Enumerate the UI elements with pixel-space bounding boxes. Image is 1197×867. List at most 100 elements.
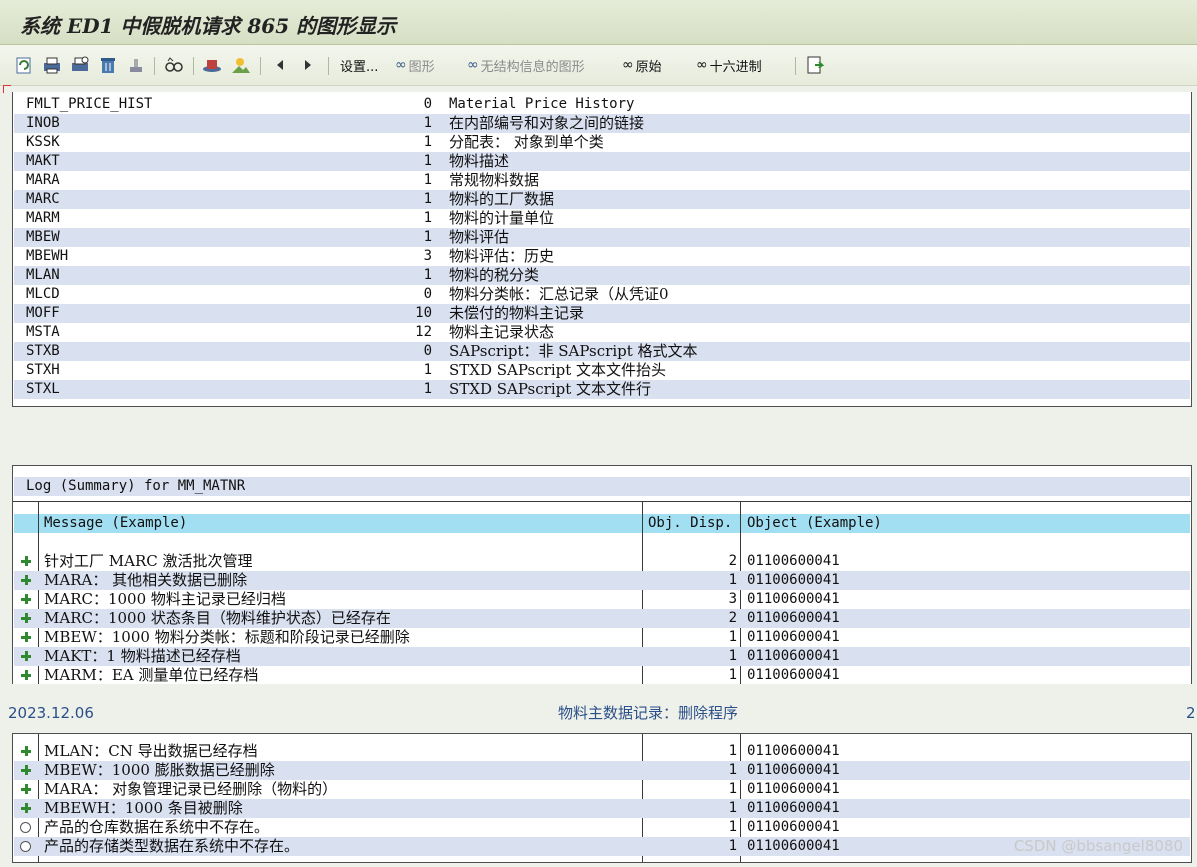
- record-count: 1: [423, 134, 432, 150]
- log-obj-disp: 2: [728, 553, 737, 569]
- log-row[interactable]: MARA： 其他相关数据已删除 1 01100600041: [14, 571, 1190, 590]
- log-row[interactable]: MARM：EA 测量单位已经存档 1 01100600041: [14, 666, 1190, 685]
- hat-button[interactable]: [202, 53, 222, 77]
- log-row[interactable]: MARC：1000 状态条目（物料维护状态）已经存在 2 01100600041: [14, 609, 1190, 628]
- toolbar: 设置... ∞ 图形 ∞ 无结构信息的图形 ∞ 原始 ∞ 十六进制: [0, 45, 1197, 86]
- status-circle-icon[interactable]: [20, 841, 31, 852]
- footer-page-number: 2: [1186, 704, 1196, 722]
- table-name: FMLT_PRICE_HIST: [26, 96, 153, 112]
- table-name: MARM: [26, 210, 60, 226]
- watermark: CSDN @bbsangel8080: [1013, 837, 1183, 855]
- table-row[interactable]: STXL 1 STXD SAPscript 文本文件行: [14, 380, 1190, 399]
- printer-icon: [44, 57, 60, 74]
- table-description: 物料分类帐：汇总记录（从凭证0: [449, 285, 669, 303]
- expand-plus-icon[interactable]: [20, 802, 32, 814]
- selection-corner-mark: [3, 85, 4, 93]
- table-row[interactable]: MLAN 1 物料的税分类: [14, 266, 1190, 285]
- expand-plus-icon[interactable]: [20, 631, 32, 643]
- table-row[interactable]: MOFF 10 未偿付的物料主记录: [14, 304, 1190, 323]
- table-description: 物料的工厂数据: [449, 190, 555, 208]
- title-bar: 系统 ED1 中假脱机请求 865 的图形显示: [0, 0, 1197, 45]
- log-row[interactable]: MLAN：CN 导出数据已经存档 1 01100600041: [14, 742, 1190, 761]
- table-row[interactable]: MLCD 0 物料分类帐：汇总记录（从凭证0: [14, 285, 1190, 304]
- expand-plus-icon[interactable]: [20, 669, 32, 681]
- previous-page-button[interactable]: [270, 53, 290, 77]
- settings-button[interactable]: 设置...: [340, 53, 378, 77]
- glasses-icon: ∞: [622, 57, 634, 73]
- log-object: 01100600041: [747, 743, 840, 759]
- unstructured-graphic-button[interactable]: ∞ 无结构信息的图形: [467, 53, 585, 77]
- col-objdisp-header[interactable]: Obj. Disp.: [648, 514, 732, 533]
- expand-plus-icon[interactable]: [20, 612, 32, 624]
- log-row[interactable]: MBEWH：1000 条目被删除 1 01100600041: [14, 799, 1190, 818]
- record-count: 0: [423, 96, 432, 112]
- toolbar-separator: [795, 57, 796, 75]
- log-object: 01100600041: [747, 800, 840, 816]
- glasses-button[interactable]: [164, 53, 184, 77]
- table-description: STXD SAPscript 文本文件行: [449, 380, 652, 398]
- expand-plus-icon[interactable]: [20, 783, 32, 795]
- log-object: 01100600041: [747, 591, 840, 607]
- print-preview-button[interactable]: [70, 53, 90, 77]
- log-obj-disp: 1: [728, 629, 737, 645]
- table-row[interactable]: MAKT 1 物料描述: [14, 152, 1190, 171]
- expand-plus-icon[interactable]: [20, 745, 32, 757]
- export-button[interactable]: [806, 53, 826, 77]
- status-circle-icon[interactable]: [20, 822, 31, 833]
- log-row[interactable]: MARA： 对象管理记录已经删除（物料的） 1 01100600041: [14, 780, 1190, 799]
- log-obj-disp: 1: [728, 667, 737, 683]
- trash-icon: [101, 58, 115, 73]
- landscape-button[interactable]: [231, 53, 251, 77]
- log-row[interactable]: MBEW：1000 膨胀数据已经删除 1 01100600041: [14, 761, 1190, 780]
- delete-button[interactable]: [98, 53, 118, 77]
- table-row[interactable]: KSSK 1 分配表： 对象到单个类: [14, 133, 1190, 152]
- print-preview-icon: [72, 56, 89, 71]
- table-row[interactable]: FMLT_PRICE_HIST 0 Material Price History: [14, 95, 1190, 114]
- table-row[interactable]: INOB 1 在内部编号和对象之间的链接: [14, 114, 1190, 133]
- expand-plus-icon[interactable]: [20, 593, 32, 605]
- log-row[interactable]: MAKT：1 物料描述已经存档 1 01100600041: [14, 647, 1190, 666]
- table-description: 未偿付的物料主记录: [449, 304, 585, 322]
- expand-plus-icon[interactable]: [20, 650, 32, 662]
- table-name: MBEWH: [26, 248, 69, 264]
- expand-plus-icon[interactable]: [20, 555, 32, 567]
- table-name: KSSK: [26, 134, 60, 150]
- log-obj-disp: 1: [728, 838, 737, 854]
- table-row[interactable]: STXH 1 STXD SAPscript 文本文件抬头: [14, 361, 1190, 380]
- table-name: MLAN: [26, 267, 60, 283]
- toolbar-separator: [328, 57, 329, 75]
- table-row[interactable]: MARA 1 常规物料数据: [14, 171, 1190, 190]
- table-row[interactable]: MSTA 12 物料主记录状态: [14, 323, 1190, 342]
- table-row[interactable]: MARM 1 物料的计量单位: [14, 209, 1190, 228]
- table-row[interactable]: MBEWH 3 物料评估：历史: [14, 247, 1190, 266]
- log-obj-disp: 1: [728, 819, 737, 835]
- expand-plus-icon[interactable]: [20, 764, 32, 776]
- next-page-button[interactable]: [298, 53, 318, 77]
- table-row[interactable]: STXB 0 SAPscript：非 SAPscript 格式文本: [14, 342, 1190, 361]
- col-object-header[interactable]: Object (Example): [747, 514, 882, 533]
- raw-button[interactable]: ∞ 原始: [622, 53, 662, 77]
- table-name: STXL: [26, 381, 60, 397]
- expand-plus-icon[interactable]: [20, 574, 32, 586]
- log-row[interactable]: MBEW：1000 物料分类帐：标题和阶段记录已经删除 1 01100600041: [14, 628, 1190, 647]
- stamp-button[interactable]: [126, 53, 146, 77]
- log-row[interactable]: 产品的仓库数据在系统中不存在。 1 01100600041: [14, 818, 1190, 837]
- toolbar-separator: [154, 57, 155, 75]
- hex-button[interactable]: ∞ 十六进制: [696, 53, 762, 77]
- graphic-button[interactable]: ∞ 图形: [395, 53, 435, 77]
- log-obj-disp: 3: [728, 591, 737, 607]
- table-name: MBEW: [26, 229, 60, 245]
- table-name: MAKT: [26, 153, 60, 169]
- toolbar-separator: [193, 57, 194, 75]
- record-count: 1: [423, 115, 432, 131]
- table-name: STXH: [26, 362, 60, 378]
- table-row[interactable]: MARC 1 物料的工厂数据: [14, 190, 1190, 209]
- table-row[interactable]: MBEW 1 物料评估: [14, 228, 1190, 247]
- log-object: 01100600041: [747, 648, 840, 664]
- log-row[interactable]: MARC：1000 物料主记录已经归档 3 01100600041: [14, 590, 1190, 609]
- log-obj-disp: 1: [728, 800, 737, 816]
- log-row[interactable]: 针对工厂 MARC 激活批次管理 2 01100600041: [14, 552, 1190, 571]
- print-button[interactable]: [42, 53, 62, 77]
- col-message-header[interactable]: Message (Example): [44, 514, 187, 533]
- refresh-button[interactable]: [14, 53, 34, 77]
